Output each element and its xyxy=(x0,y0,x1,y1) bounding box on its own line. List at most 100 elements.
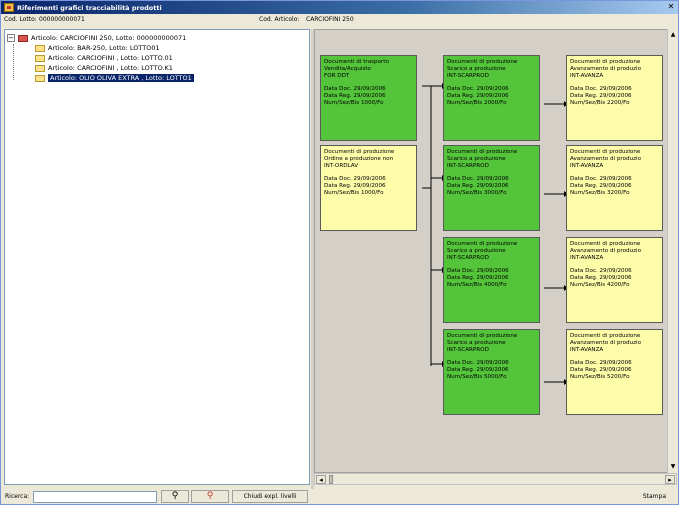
folder-icon xyxy=(18,34,28,42)
node-line: Scarico a produzione xyxy=(447,248,506,254)
tree-item-label: Articolo: CARCIOFINI , Lotto: LOTTO.01 xyxy=(48,54,173,62)
tree-panel[interactable]: − Articolo: CARCIOFINI 250, Lotto: 00000… xyxy=(4,29,310,485)
node-line: Documenti di produzione xyxy=(447,149,518,155)
node-line: Documenti di produzione xyxy=(447,241,518,247)
lotto-label: Cod. Lotto: xyxy=(4,16,37,23)
node-date: Data Doc. 29/09/2006 xyxy=(570,268,632,274)
trace-graph-panel[interactable]: Documenti di trasporto Vendita/Acquisto … xyxy=(314,29,677,473)
trace-node[interactable]: Documenti di trasporto Vendita/Acquisto … xyxy=(320,55,417,141)
node-date: Data Reg. 29/09/2006 xyxy=(324,93,386,99)
node-date: Data Reg. 29/09/2006 xyxy=(447,367,509,373)
node-line: Scarico a produzione xyxy=(447,66,506,72)
tree-item-label: Articolo: BAR-250, Lotto: LOTTO01 xyxy=(48,44,160,52)
node-date: Data Reg. 29/09/2006 xyxy=(570,93,632,99)
find-next-button[interactable]: ⚲ xyxy=(191,490,229,503)
node-date: Data Doc. 29/09/2006 xyxy=(570,86,632,92)
tree-item-label: Articolo: CARCIOFINI , Lotto: LOTTO.K1 xyxy=(48,64,173,72)
tree-connector-lines xyxy=(13,44,33,80)
node-line: INT-AVANZA xyxy=(570,347,604,353)
node-date: Num/Sez/Bis 5000/Fo xyxy=(447,374,507,380)
tree-root-label: Articolo: CARCIOFINI 250, Lotto: 0000000… xyxy=(31,34,187,42)
node-date: Num/Sez/Bis 2000/Fo xyxy=(447,100,507,106)
collapse-icon[interactable]: − xyxy=(7,34,15,42)
node-line: INT-SCARPROD xyxy=(447,163,489,169)
node-date: Data Reg. 29/09/2006 xyxy=(447,93,509,99)
node-line: Documenti di produzione xyxy=(570,59,641,65)
scroll-right-icon[interactable]: ▸ xyxy=(665,475,675,484)
trace-node[interactable]: Documenti di produzione Avanzamento di p… xyxy=(566,145,663,231)
node-line: Scarico a produzione xyxy=(447,156,506,162)
node-date: Data Reg. 29/09/2006 xyxy=(570,275,632,281)
node-line: Vendita/Acquisto xyxy=(324,66,371,72)
node-date: Data Reg. 29/09/2006 xyxy=(447,275,509,281)
tree-item[interactable]: Articolo: CARCIOFINI , Lotto: LOTTO.01 xyxy=(7,53,194,63)
node-date: Data Reg. 29/09/2006 xyxy=(447,183,509,189)
node-line: Documenti di produzione xyxy=(570,333,641,339)
trace-node[interactable]: Documenti di produzione Ordine a produzi… xyxy=(320,145,417,231)
search-label: Ricerca: xyxy=(5,493,30,500)
node-date: Data Doc. 29/09/2006 xyxy=(447,176,509,182)
trace-node[interactable]: Documenti di produzione Scarico a produz… xyxy=(443,237,540,323)
node-date: Data Doc. 29/09/2006 xyxy=(570,360,632,366)
node-line: Documenti di trasporto xyxy=(324,59,389,65)
app-window: Riferimenti grafici tracciabilità prodot… xyxy=(0,0,679,505)
node-date: Data Doc. 29/09/2006 xyxy=(447,268,509,274)
binoculars-red-icon: ⚲ xyxy=(206,491,214,501)
node-line: Documenti di produzione xyxy=(570,241,641,247)
node-date: Num/Sez/Bis 1000/Fo xyxy=(324,100,384,106)
node-date: Num/Sez/Bis 5200/Fo xyxy=(570,374,630,380)
node-date: Data Doc. 29/09/2006 xyxy=(570,176,632,182)
tree-item-selected[interactable]: Articolo: OLIO OLIVA EXTRA , Lotto: LOTT… xyxy=(7,73,194,83)
app-icon xyxy=(4,3,14,12)
trace-node[interactable]: Documenti di produzione Scarico a produz… xyxy=(443,329,540,415)
node-line: Documenti di produzione xyxy=(324,149,395,155)
collapse-levels-button[interactable]: Chiudi expl. livelli xyxy=(232,490,308,503)
node-date: Data Doc. 29/09/2006 xyxy=(447,360,509,366)
tree-item[interactable]: Articolo: BAR-250, Lotto: LOTTO01 xyxy=(7,43,194,53)
trace-node[interactable]: Documenti di produzione Avanzamento di p… xyxy=(566,237,663,323)
vertical-scrollbar[interactable]: ▲ ▼ xyxy=(667,29,677,473)
scroll-thumb[interactable] xyxy=(329,475,333,484)
window-title: Riferimenti grafici tracciabilità prodot… xyxy=(17,3,162,12)
find-button[interactable]: ⚲ xyxy=(161,490,189,503)
node-line: INT-AVANZA xyxy=(570,163,604,169)
tree-root-item[interactable]: − Articolo: CARCIOFINI 250, Lotto: 00000… xyxy=(7,33,194,43)
node-date: Data Doc. 29/09/2006 xyxy=(324,86,386,92)
node-line: INT-SCARPROD xyxy=(447,255,489,261)
node-line: Documenti di produzione xyxy=(570,149,641,155)
trace-node[interactable]: Documenti di produzione Scarico a produz… xyxy=(443,145,540,231)
lotto-value: 000000000071 xyxy=(39,16,85,23)
node-date: Num/Sez/Bis 4200/Fo xyxy=(570,282,630,288)
folder-icon xyxy=(35,74,45,82)
node-date: Data Reg. 29/09/2006 xyxy=(570,367,632,373)
print-label[interactable]: Stampa xyxy=(643,493,666,500)
node-date: Num/Sez/Bis 4000/Fo xyxy=(447,282,507,288)
node-date: Num/Sez/Bis 3000/Fo xyxy=(447,190,507,196)
scroll-down-icon[interactable]: ▼ xyxy=(669,463,677,471)
node-line: Ordine a produzione non xyxy=(324,156,394,162)
node-line: Scarico a produzione xyxy=(447,340,506,346)
node-line: Avanzamento di produzio xyxy=(570,340,642,346)
search-input[interactable] xyxy=(33,491,157,503)
node-line: INT-ORDLAV xyxy=(324,163,359,169)
node-date: Data Reg. 29/09/2006 xyxy=(570,183,632,189)
trace-node[interactable]: Documenti di produzione Avanzamento di p… xyxy=(566,329,663,415)
tree-item[interactable]: Articolo: CARCIOFINI , Lotto: LOTTO.K1 xyxy=(7,63,194,73)
node-date: Data Doc. 29/09/2006 xyxy=(447,86,509,92)
scroll-up-icon[interactable]: ▲ xyxy=(669,31,677,39)
tree-item-label: Articolo: OLIO OLIVA EXTRA , Lotto: LOTT… xyxy=(48,74,194,82)
title-bar: Riferimenti grafici tracciabilità prodot… xyxy=(1,1,678,14)
close-icon[interactable]: ✕ xyxy=(666,2,676,12)
articolo-value: CARCIOFINI 250 xyxy=(306,16,354,23)
bottom-toolbar: Ricerca: ⚲ ⚲ Chiudi expl. livelli Stampa xyxy=(1,489,678,504)
node-line: INT-SCARPROD xyxy=(447,73,489,79)
folder-icon xyxy=(35,54,45,62)
binoculars-icon: ⚲ xyxy=(171,491,179,501)
node-line: INT-AVANZA xyxy=(570,255,604,261)
tree-view[interactable]: − Articolo: CARCIOFINI 250, Lotto: 00000… xyxy=(7,33,194,83)
horizontal-scrollbar[interactable]: ◂ ▸ xyxy=(314,473,677,485)
scroll-left-icon[interactable]: ◂ xyxy=(316,475,326,484)
trace-node[interactable]: Documenti di produzione Scarico a produz… xyxy=(443,55,540,141)
info-bar: Cod. Lotto: 000000000071 Cod. Articolo: … xyxy=(1,14,678,26)
trace-node[interactable]: Documenti di produzione Avanzamento di p… xyxy=(566,55,663,141)
